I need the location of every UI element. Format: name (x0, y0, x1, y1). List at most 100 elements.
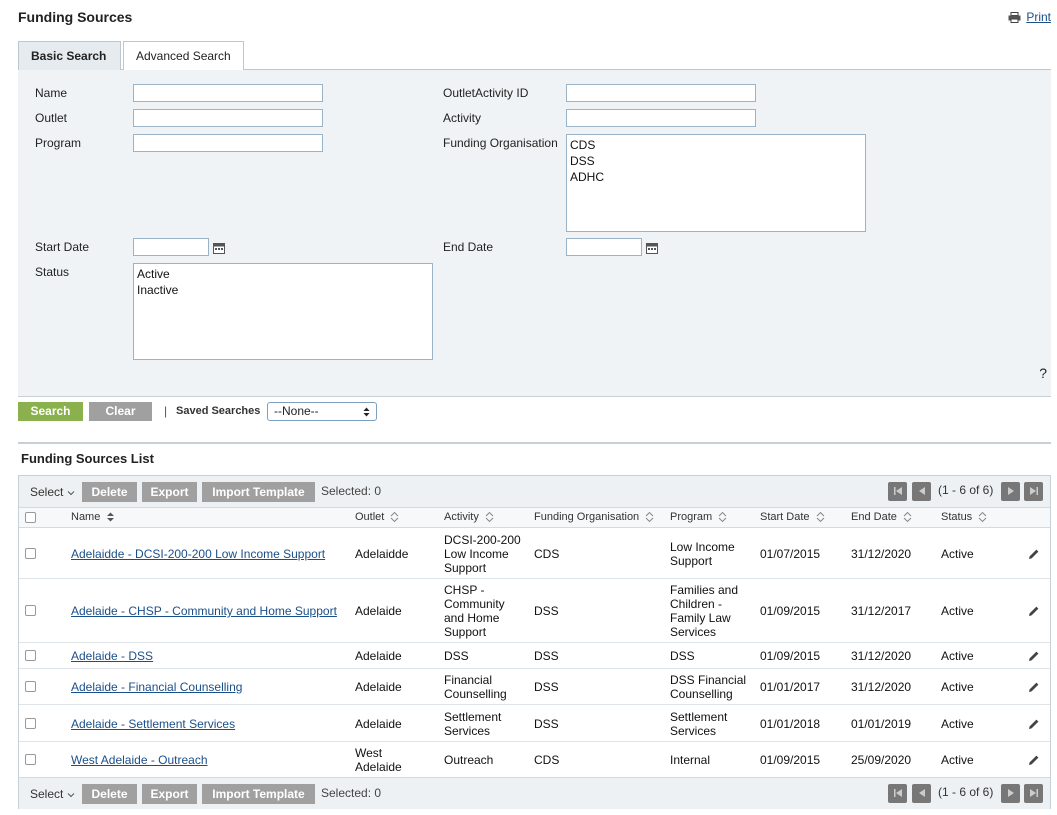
row-checkbox[interactable] (25, 717, 36, 729)
cell-outlet: Adelaide (355, 680, 435, 694)
column-header-start-date[interactable]: Start Date (760, 511, 825, 523)
calendar-icon[interactable] (646, 242, 658, 254)
table-row: West Adelaide - Outreach West Adelaide Outr… (19, 742, 1050, 778)
divider (18, 442, 1051, 444)
delete-button[interactable]: Delete (82, 784, 137, 804)
cell-funding-org: CDS (534, 547, 560, 561)
next-page-button[interactable] (1001, 482, 1020, 501)
edit-icon[interactable] (1028, 548, 1040, 560)
tab-basic-search[interactable]: Basic Search (18, 41, 121, 71)
row-checkbox[interactable] (25, 681, 36, 692)
column-label: Funding Organisation (534, 511, 640, 523)
row-checkbox[interactable] (25, 548, 36, 559)
funding-org-option[interactable]: DSS (570, 153, 862, 169)
funding-org-option[interactable]: CDS (570, 137, 862, 153)
select-menu[interactable]: Select (30, 485, 75, 499)
cell-end: 25/09/2020 (851, 753, 912, 767)
row-name-link[interactable]: Adelaide - Financial Counselling (71, 680, 242, 694)
help-icon[interactable]: ? (1039, 365, 1047, 381)
row-checkbox[interactable] (25, 650, 36, 661)
table-row: Adelaide - DSS Adelaide DSS DSS DSS 01/09/201… (19, 643, 1050, 669)
first-page-button[interactable] (888, 482, 907, 501)
cell-line: Counselling (670, 687, 733, 701)
status-option[interactable]: Inactive (137, 282, 429, 298)
row-checkbox[interactable] (25, 754, 36, 765)
cell-activity: Settlement Services (444, 710, 529, 738)
column-header-program[interactable]: Program (670, 511, 727, 523)
export-button[interactable]: Export (142, 482, 197, 502)
select-all-checkbox[interactable] (25, 512, 36, 523)
tab-advanced-search[interactable]: Advanced Search (123, 41, 244, 70)
activity-input[interactable] (566, 109, 756, 127)
print-link[interactable]: Print (1008, 10, 1051, 24)
cell-outlet: Adelaide (355, 717, 435, 731)
cell-line: Children - (670, 597, 723, 611)
column-header-status[interactable]: Status (941, 511, 987, 523)
cell-line: and Home (444, 611, 500, 625)
delete-button[interactable]: Delete (82, 482, 137, 502)
column-label: Outlet (355, 511, 385, 523)
row-name-link[interactable]: West Adelaide - Outreach (71, 753, 208, 767)
prev-page-icon (918, 487, 925, 495)
outlet-activity-id-input[interactable] (566, 84, 756, 102)
prev-page-button[interactable] (912, 784, 931, 803)
cell-line: Adelaide (355, 649, 402, 663)
select-label: Select (30, 787, 64, 801)
column-header-end-date[interactable]: End Date (851, 511, 912, 523)
chevron-down-icon (67, 490, 75, 496)
name-input[interactable] (133, 84, 323, 102)
last-page-button[interactable] (1024, 482, 1043, 501)
cell-line: Support (670, 554, 713, 568)
column-header-name[interactable]: Name (71, 511, 115, 523)
next-page-button[interactable] (1001, 784, 1020, 803)
row-name-link[interactable]: Adelaide - Settlement Services (71, 717, 235, 731)
last-page-button[interactable] (1024, 784, 1043, 803)
row-name-link[interactable]: Adelaide - DSS (71, 649, 153, 663)
cell-line: Support (444, 625, 487, 639)
column-header-activity[interactable]: Activity (444, 511, 494, 523)
column-header-outlet[interactable]: Outlet (355, 511, 399, 523)
first-page-button[interactable] (888, 784, 907, 803)
edit-icon[interactable] (1028, 605, 1040, 617)
end-date-input[interactable] (566, 238, 642, 256)
status-option[interactable]: Active (137, 266, 429, 282)
cell-activity: CHSP - Community and Home Support (444, 583, 529, 639)
import-template-button[interactable]: Import Template (202, 784, 315, 804)
funding-org-option[interactable]: ADHC (570, 169, 862, 185)
status-listbox[interactable]: Active Inactive (133, 263, 433, 360)
cell-outlet: West Adelaide (355, 746, 435, 774)
clear-button[interactable]: Clear (89, 402, 152, 421)
status-label: Status (35, 265, 70, 279)
row-checkbox[interactable] (25, 605, 36, 616)
edit-icon[interactable] (1028, 681, 1040, 693)
cell-line: West (355, 746, 383, 760)
edit-icon[interactable] (1028, 754, 1040, 766)
import-template-button[interactable]: Import Template (202, 482, 315, 502)
cell-end: 31/12/2020 (851, 649, 912, 663)
selected-count: Selected: 0 (321, 484, 382, 498)
prev-page-button[interactable] (912, 482, 931, 501)
column-label: Activity (444, 511, 479, 523)
calendar-icon[interactable] (213, 242, 225, 254)
edit-icon[interactable] (1028, 718, 1040, 730)
cell-line: Community (444, 597, 505, 611)
column-header-funding-organisation[interactable]: Funding Organisation (534, 511, 654, 523)
start-date-input[interactable] (133, 238, 209, 256)
funding-organisation-listbox[interactable]: CDS DSS ADHC (566, 134, 866, 232)
cell-start: 01/01/2018 (760, 716, 821, 731)
saved-searches-select[interactable]: --None-- (267, 402, 377, 421)
outlet-input[interactable] (133, 109, 323, 127)
program-input[interactable] (133, 134, 323, 152)
edit-icon[interactable] (1028, 650, 1040, 662)
cell-activity: Financial Counselling (444, 673, 529, 701)
funding-organisation-label: Funding Organisation (443, 136, 558, 150)
export-button[interactable]: Export (142, 784, 197, 804)
search-button[interactable]: Search (18, 402, 83, 421)
row-name-link[interactable]: Adelaidde - DCSI-200-200 Low Income Supp… (71, 547, 325, 561)
select-menu[interactable]: Select (30, 787, 75, 801)
cell-line: Financial (444, 673, 493, 687)
cell-outlet: Adelaide (355, 604, 435, 618)
row-name-link[interactable]: Adelaide - CHSP - Community and Home Sup… (71, 604, 337, 618)
print-label: Print (1026, 10, 1051, 24)
cell-funding-org: DSS (534, 716, 559, 731)
